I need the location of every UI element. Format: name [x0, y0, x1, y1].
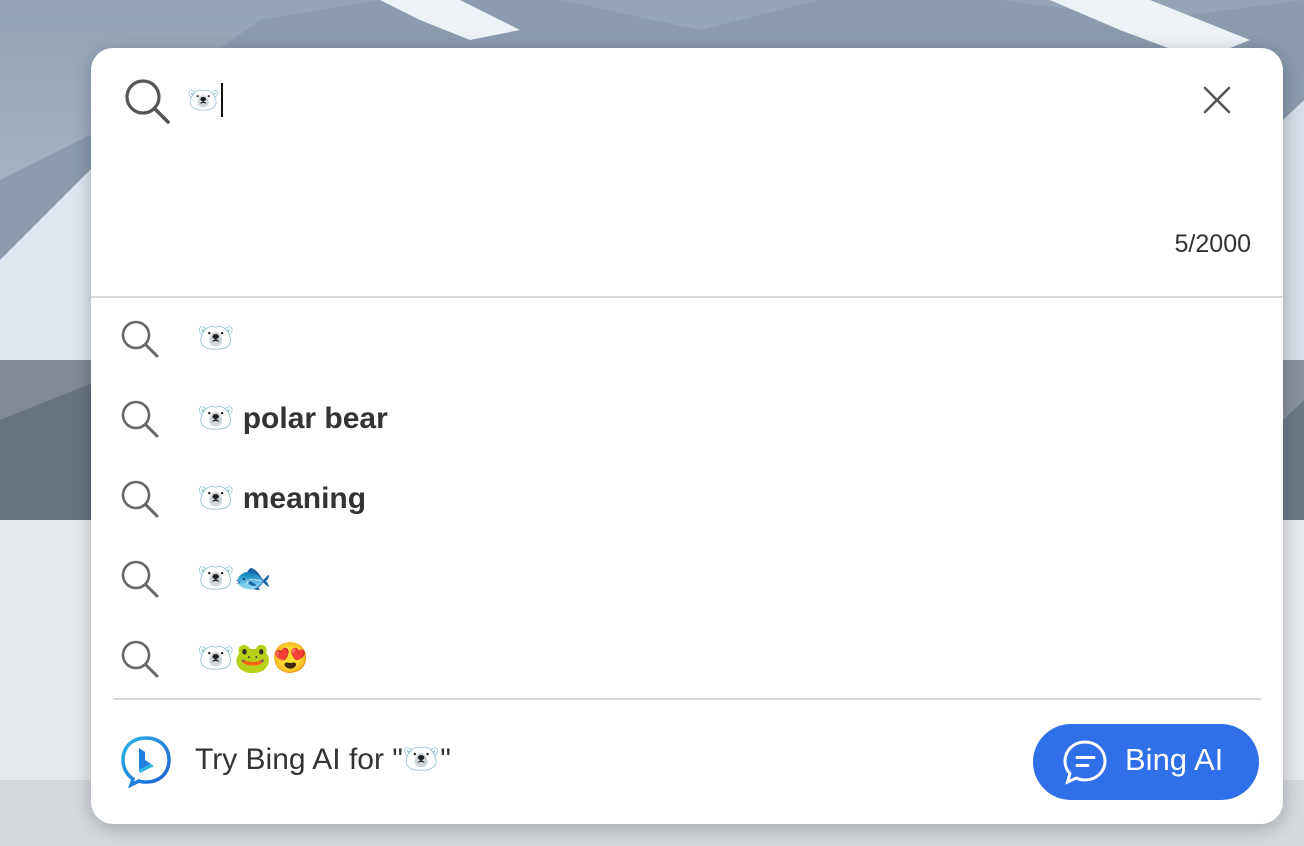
character-counter: 5/2000: [1174, 230, 1251, 258]
bing-ai-button[interactable]: Bing AI: [1033, 724, 1259, 800]
search-icon: [121, 560, 159, 598]
search-icon: [121, 640, 159, 678]
text-caret: [221, 83, 224, 117]
suggestion-item[interactable]: 🐻‍❄️🐸😍: [91, 618, 1283, 698]
try-bing-ai-link[interactable]: Try Bing AI for "🐻‍❄️": [195, 742, 451, 777]
search-suggestion-panel: 🐻‍❄️ 5/2000 🐻‍❄️ 🐻‍❄️ polar bear: [91, 48, 1283, 824]
close-icon[interactable]: [1199, 82, 1235, 118]
suggestion-text: 🐻‍❄️: [197, 321, 235, 355]
search-icon: [125, 79, 170, 124]
suggestion-item[interactable]: 🐻‍❄️🐟: [91, 538, 1283, 618]
search-icon: [121, 400, 159, 438]
suggestion-text: 🐻‍❄️🐸😍: [197, 641, 310, 675]
search-input-value: 🐻‍❄️: [187, 85, 220, 115]
search-icon: [121, 320, 159, 358]
search-box: 🐻‍❄️ 5/2000: [91, 48, 1283, 296]
suggestion-item[interactable]: 🐻‍❄️ meaning: [91, 458, 1283, 538]
search-icon: [121, 480, 159, 518]
bing-logo-icon: [121, 736, 171, 788]
search-input[interactable]: 🐻‍❄️: [187, 80, 224, 120]
suggestion-item[interactable]: 🐻‍❄️: [91, 298, 1283, 378]
suggestion-text: 🐻‍❄️🐟: [197, 561, 272, 595]
suggestion-text: 🐻‍❄️ meaning: [197, 481, 367, 515]
bing-ai-row: Try Bing AI for "🐻‍❄️" Bing AI: [91, 700, 1283, 824]
bing-ai-button-label: Bing AI: [1125, 742, 1224, 777]
chat-bubble-icon: [1063, 740, 1107, 785]
suggestion-text: 🐻‍❄️ polar bear: [197, 401, 388, 435]
suggestion-item[interactable]: 🐻‍❄️ polar bear: [91, 378, 1283, 458]
